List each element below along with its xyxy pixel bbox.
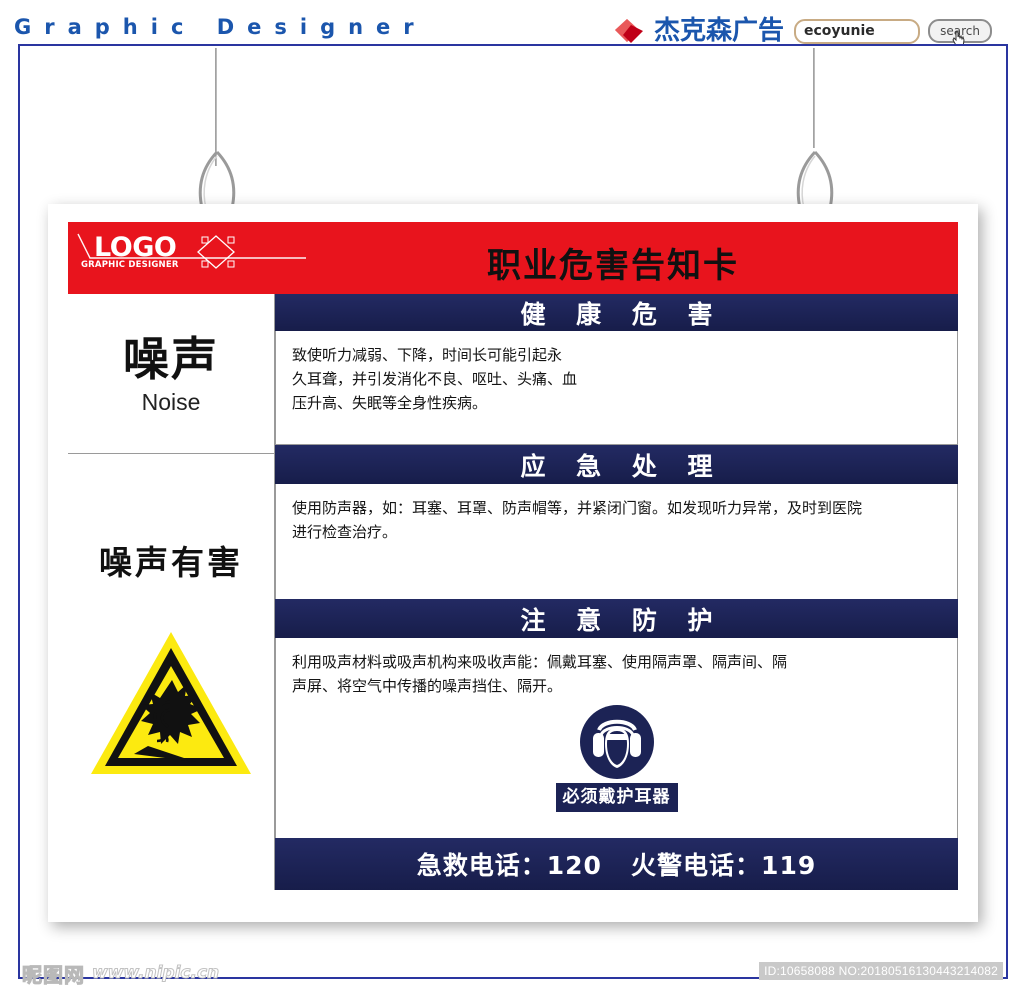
search-input[interactable] — [796, 23, 905, 39]
poster-header-band: LOGO GRAPHIC DESIGNER 职业危害告知卡 — [68, 222, 958, 294]
section-band-protection: 注 意 防 护 — [275, 599, 958, 638]
search-button[interactable]: search — [928, 19, 993, 48]
ppe-label: 必须戴护耳器 — [555, 783, 678, 812]
red-diamond-logo-icon — [612, 16, 650, 46]
section-band-emergency: 应 急 处 理 — [275, 445, 958, 484]
page-title: Graphic Designer — [14, 15, 427, 39]
section-text-health: 致使听力减弱、下降，时间长可能引起永 久耳聋，并引发消化不良、呕吐、头痛、血 压… — [275, 331, 958, 445]
top-bar: Graphic Designer 杰克森广告 search — [0, 0, 1024, 48]
poster-title: 职业危害告知卡 — [487, 246, 739, 286]
hazard-warning-cell: 噪声有害 — [68, 454, 274, 890]
hazard-slogan: 噪声有害 — [99, 543, 243, 582]
hanging-wire-left — [215, 48, 217, 166]
site-watermark: 昵图网 www.nipic.cn — [22, 960, 220, 987]
occupational-hazard-card: LOGO GRAPHIC DESIGNER 职业危害告知卡 噪声 Noise 噪… — [68, 222, 958, 890]
image-id-badge: ID:10658088 NO:20180516130443214082 — [759, 962, 1003, 980]
wear-ear-protection-icon — [579, 705, 654, 779]
search-box[interactable] — [794, 18, 921, 44]
ppe-requirement: 必须戴护耳器 — [292, 704, 941, 812]
emergency-phone-band: 急救电话：120 火警电话：119 — [275, 838, 958, 890]
poster-body: 噪声 Noise 噪声有害 健 康 危 害 致使听力减弱、下降，时间长可能引起永… — [68, 294, 958, 890]
section-protection-body: 利用吸声材料或吸声机构来吸收声能：佩戴耳塞、使用隔声罩、隔声间、隔 声屏、将空气… — [275, 638, 958, 838]
hanging-wire-right — [813, 48, 815, 148]
noise-hazard-warning-triangle-icon — [91, 632, 251, 774]
hazard-name-cell: 噪声 Noise — [68, 294, 274, 454]
watermark-url: www.nipic.cn — [91, 963, 220, 984]
hazard-name-en: Noise — [141, 389, 201, 415]
section-text-emergency: 使用防声器，如：耳塞、耳罩、防声帽等，并紧闭门窗。如发现听力异常，及时到医院 进… — [275, 484, 958, 599]
section-text-protection: 利用吸声材料或吸声机构来吸收声能：佩戴耳塞、使用隔声罩、隔声间、隔 声屏、将空气… — [292, 653, 788, 695]
site-brand-group: 杰克森广告 search — [612, 16, 993, 48]
site-brand-name: 杰克森广告 — [654, 16, 785, 46]
hazard-name-cn: 噪声 — [123, 332, 219, 386]
hazard-right-column: 健 康 危 害 致使听力减弱、下降，时间长可能引起永 久耳聋，并引发消化不良、呕… — [275, 294, 958, 890]
section-band-health: 健 康 危 害 — [275, 294, 958, 331]
hazard-left-column: 噪声 Noise 噪声有害 — [68, 294, 275, 890]
watermark-logo: 昵图网 — [22, 962, 85, 987]
